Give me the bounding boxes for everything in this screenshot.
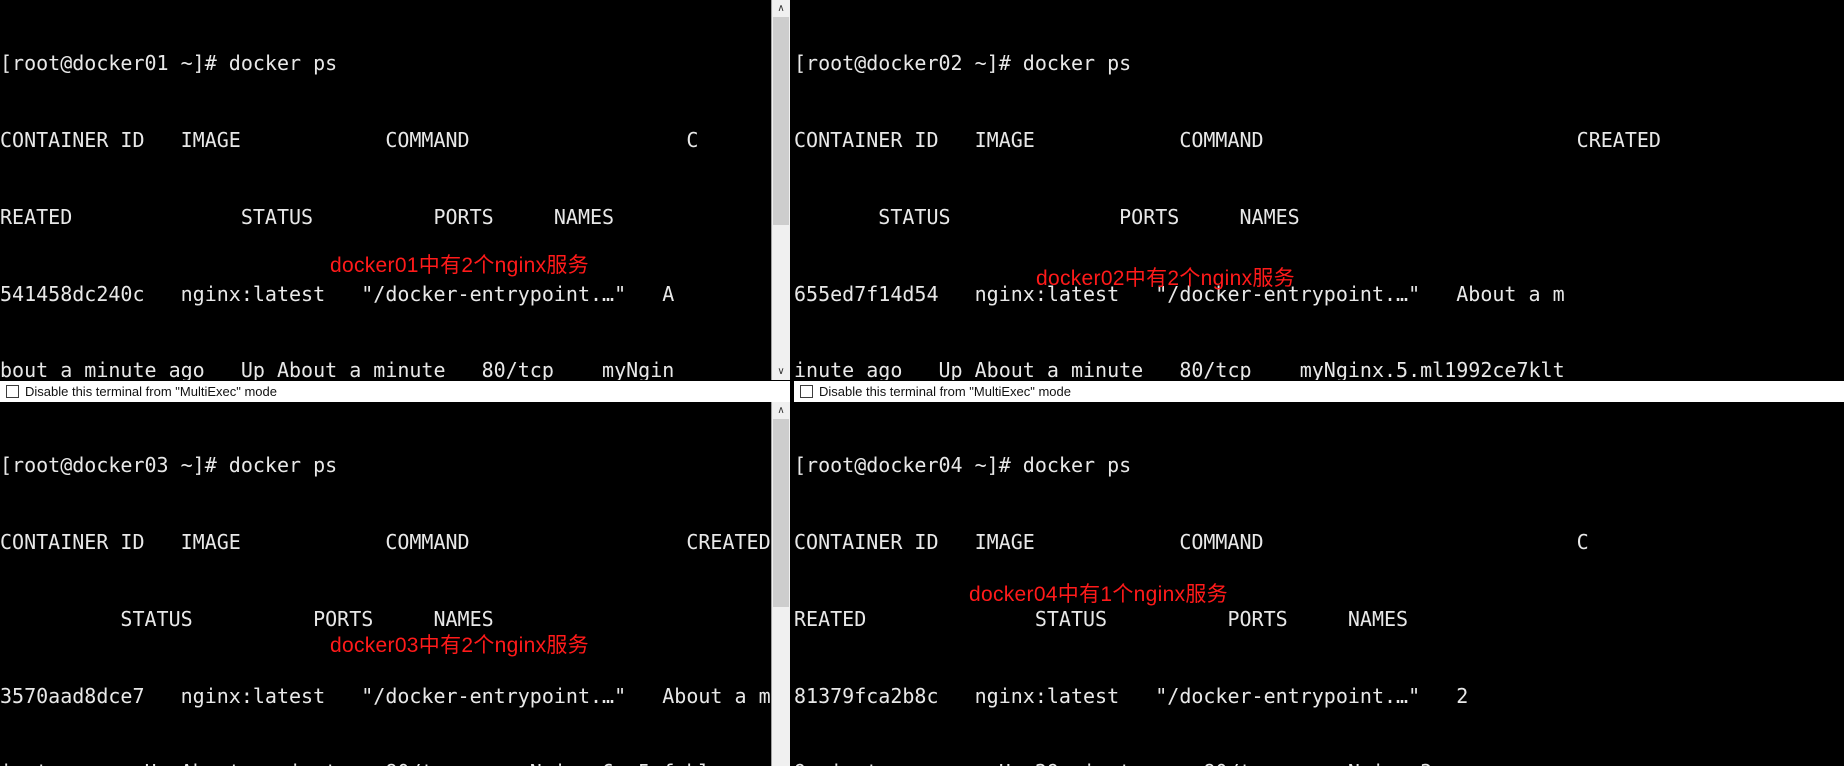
- disable-multiexec-label: Disable this terminal from "MultiExec" m…: [25, 384, 277, 399]
- disable-multiexec-checkbox[interactable]: [800, 385, 813, 398]
- terminal-line: STATUS PORTS NAMES: [0, 606, 494, 631]
- terminal-line: inute ago Up About a minute 80/tcp myNgi…: [794, 358, 1565, 380]
- terminal-line: inute ago Up About a minute 80/tcp myNgi…: [0, 760, 771, 766]
- terminal-pane-docker01[interactable]: [root@docker01 ~]# docker ps CONTAINER I…: [0, 0, 790, 402]
- terminal-line: [root@docker04 ~]# docker ps: [794, 453, 1132, 478]
- terminal-line: REATED STATUS PORTS NAMES: [0, 204, 615, 229]
- annotation-docker02: docker02中有2个nginx服务: [1036, 267, 1295, 290]
- terminal-quadrant-docker01: [root@docker01 ~]# docker ps CONTAINER I…: [0, 0, 790, 402]
- scrollbar-docker01[interactable]: ∧ ∨: [771, 0, 790, 380]
- terminal-line: CONTAINER ID IMAGE COMMAND CREATED: [794, 127, 1661, 152]
- terminal-line: STATUS PORTS NAMES: [794, 204, 1300, 229]
- scrollbar-docker03[interactable]: ∧: [771, 402, 790, 766]
- terminal-line: 81379fca2b8c nginx:latest "/docker-entry…: [794, 683, 1469, 708]
- terminal-quadrant-docker04: [root@docker04 ~]# docker ps CONTAINER I…: [794, 402, 1844, 766]
- terminal-line: [root@docker03 ~]# docker ps: [0, 453, 338, 478]
- scrollbar-track[interactable]: [772, 17, 790, 363]
- disable-multiexec-checkbox[interactable]: [6, 385, 19, 398]
- terminal-quadrant-docker02: [root@docker02 ~]# docker ps CONTAINER I…: [794, 0, 1844, 402]
- terminal-output-docker02[interactable]: [root@docker02 ~]# docker ps CONTAINER I…: [794, 0, 1844, 380]
- scrollbar-thumb[interactable]: [773, 17, 789, 225]
- terminal-pane-docker03[interactable]: [root@docker03 ~]# docker ps CONTAINER I…: [0, 402, 790, 766]
- terminal-line: CONTAINER ID IMAGE COMMAND C: [0, 127, 699, 152]
- terminal-pane-docker02[interactable]: [root@docker02 ~]# docker ps CONTAINER I…: [794, 0, 1844, 402]
- annotation-docker03: docker03中有2个nginx服务: [330, 634, 589, 657]
- terminal-line: CONTAINER ID IMAGE COMMAND C: [794, 529, 1589, 554]
- terminal-line: 541458dc240c nginx:latest "/docker-entry…: [0, 281, 675, 306]
- terminal-quadrant-docker03: [root@docker03 ~]# docker ps CONTAINER I…: [0, 402, 790, 766]
- terminal-line: 3570aad8dce7 nginx:latest "/docker-entry…: [0, 683, 771, 708]
- scroll-up-arrow-icon[interactable]: ∧: [772, 0, 790, 17]
- multiexec-terminal-grid: [root@docker01 ~]# docker ps CONTAINER I…: [0, 0, 1844, 766]
- terminal-line: REATED STATUS PORTS NAMES: [794, 606, 1409, 631]
- terminal-body-docker04: [root@docker04 ~]# docker ps CONTAINER I…: [794, 402, 1844, 766]
- terminal-line: bout a minute ago Up About a minute 80/t…: [0, 358, 675, 380]
- scroll-down-arrow-icon[interactable]: ∨: [772, 363, 790, 380]
- terminal-line: 655ed7f14d54 nginx:latest "/docker-entry…: [794, 281, 1565, 306]
- terminal-output-docker01[interactable]: [root@docker01 ~]# docker ps CONTAINER I…: [0, 0, 771, 380]
- terminal-line: CONTAINER ID IMAGE COMMAND CREATED: [0, 529, 771, 554]
- terminal-line: [root@docker01 ~]# docker ps: [0, 51, 338, 76]
- scroll-up-arrow-icon[interactable]: ∧: [772, 402, 790, 419]
- disable-multiexec-label: Disable this terminal from "MultiExec" m…: [819, 384, 1071, 399]
- terminal-body-docker02: [root@docker02 ~]# docker ps CONTAINER I…: [794, 0, 1844, 380]
- terminal-output-docker03[interactable]: [root@docker03 ~]# docker ps CONTAINER I…: [0, 402, 771, 766]
- terminal-line: 9 minutes ago Up 29 minutes 80/tcp myNgi…: [794, 760, 1844, 766]
- scrollbar-track[interactable]: [772, 419, 790, 766]
- scrollbar-thumb[interactable]: [773, 419, 789, 607]
- terminal-body-docker03: [root@docker03 ~]# docker ps CONTAINER I…: [0, 402, 790, 766]
- terminal-output-docker04[interactable]: [root@docker04 ~]# docker ps CONTAINER I…: [794, 402, 1844, 766]
- annotation-docker01: docker01中有2个nginx服务: [330, 254, 589, 277]
- multiexec-bar-docker01[interactable]: Disable this terminal from "MultiExec" m…: [0, 380, 790, 402]
- multiexec-bar-docker02[interactable]: Disable this terminal from "MultiExec" m…: [794, 380, 1844, 402]
- annotation-docker04: docker04中有1个nginx服务: [969, 583, 1228, 606]
- terminal-body-docker01: [root@docker01 ~]# docker ps CONTAINER I…: [0, 0, 790, 380]
- terminal-pane-docker04[interactable]: [root@docker04 ~]# docker ps CONTAINER I…: [794, 402, 1844, 766]
- terminal-line: [root@docker02 ~]# docker ps: [794, 51, 1132, 76]
